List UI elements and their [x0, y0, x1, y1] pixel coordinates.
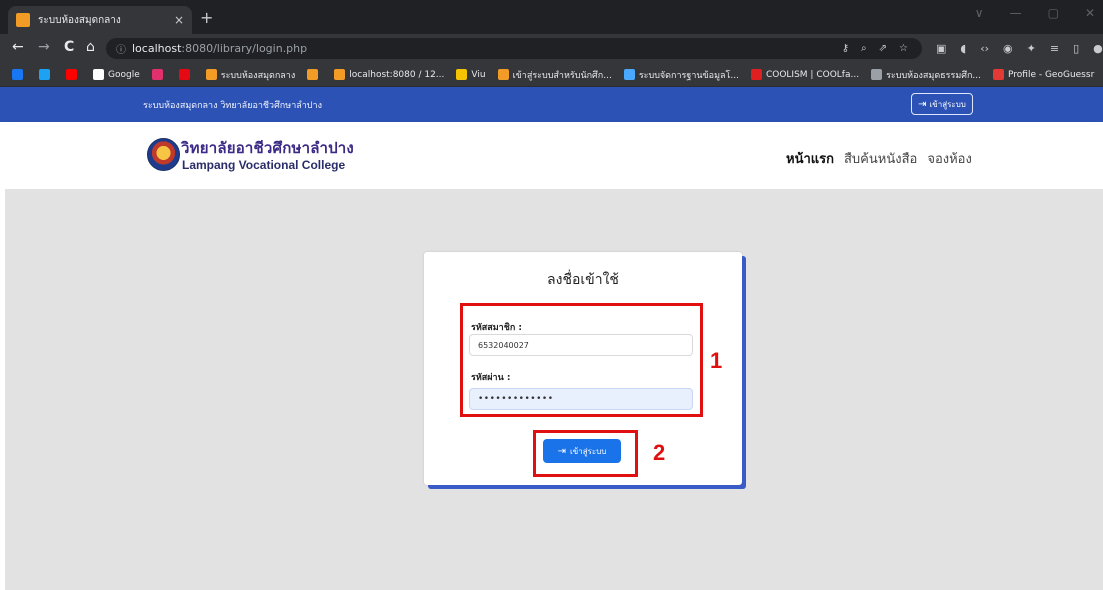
bookmark-favicon-icon [497, 69, 509, 80]
nav-links: หน้าแรก สืบค้นหนังสือ จองห้อง [786, 148, 972, 169]
translate-icon[interactable]: ▣ [936, 42, 946, 55]
site-favicon-icon [16, 13, 30, 27]
bookmark-label: ระบบห้องสมุดธรรมศึก... [886, 70, 981, 81]
code-icon[interactable]: ‹› [980, 42, 989, 55]
bookmark-favicon-icon [871, 69, 883, 80]
site-name-text: ระบบห้องสมุดกลาง วิทยาลัยอาชีวศึกษาลำปาง [143, 101, 322, 111]
bookmark-favicon-icon [334, 69, 346, 80]
bookmark-label: localhost:8080 / 12... [349, 69, 445, 80]
browser-tab-bar: ระบบห้องสมุดกลาง × + ∨ — ▢ ✕ [0, 0, 1103, 34]
site-info-icon[interactable]: ⓘ [116, 41, 126, 56]
left-edge-divider [0, 189, 5, 590]
url-path: :8080/library/login.php [181, 42, 308, 55]
main-navbar: วิทยาลัยอาชีวศึกษาลำปาง Lampang Vocation… [0, 122, 1103, 189]
browser-tab[interactable]: ระบบห้องสมุดกลาง × [8, 6, 192, 34]
bookmark-favicon-icon [750, 69, 762, 80]
close-tab-icon[interactable]: × [174, 13, 184, 27]
tab-title: ระบบห้องสมุดกลาง [38, 14, 121, 26]
extension-icons: ▣ ◖ ‹› ◉ ✦ ≡ ▯ ● ⋮ [936, 42, 1103, 55]
bookmark-label: เข้าสู่ระบบสำหรับนักศึก... [512, 70, 612, 81]
side-panel-icon[interactable]: ▯ [1073, 42, 1079, 55]
url-host: localhost [132, 42, 182, 55]
bookmark-favicon-icon [93, 69, 104, 80]
tab-search-icon[interactable]: ∨ [975, 6, 984, 20]
bookmark-favicon-icon [39, 69, 50, 80]
site-topbar: ระบบห้องสมุดกลาง วิทยาลัยอาชีวศึกษาลำปาง… [0, 87, 1103, 122]
audio-icon[interactable]: ◖ [960, 42, 966, 55]
bookmark-item[interactable]: localhost:8080 / 12... [334, 69, 444, 80]
bookmark-item[interactable]: Profile - GeoGuessr [993, 69, 1094, 80]
bookmark-favicon-icon [12, 69, 23, 80]
bookmark-item[interactable]: ระบบจัดการฐานข้อมูลโ... [623, 68, 739, 82]
bookmark-item[interactable] [66, 69, 81, 80]
bookmark-favicon-icon [66, 69, 77, 80]
address-bar-actions: ⚷ ⌕ ⇗ ☆ [842, 38, 908, 59]
topbar-login-button[interactable]: ⇥ เข้าสู่ระบบ [911, 93, 973, 115]
reading-list-icon[interactable]: ≡ [1050, 42, 1059, 55]
browser-toolbar: ← → C ⌂ ⓘ localhost :8080/library/login.… [0, 34, 1103, 63]
bookmark-item[interactable]: Google [93, 69, 140, 80]
bookmark-label: Profile - GeoGuessr [1008, 69, 1095, 80]
bookmark-label: COOLISM | COOLfa... [765, 69, 860, 80]
extensions-icon[interactable]: ✦ [1027, 42, 1036, 55]
bookmarks-bar: Google ระบบห้องสมุดกลาง localhost:8080 / 1… [0, 63, 1103, 87]
forward-icon[interactable]: → [38, 39, 50, 55]
bookmark-favicon-icon [205, 69, 217, 80]
new-tab-button[interactable]: + [200, 8, 213, 27]
camera-icon[interactable]: ◉ [1003, 42, 1013, 55]
nav-home-link[interactable]: หน้าแรก [786, 148, 834, 169]
bookmark-label: ระบบจัดการฐานข้อมูลโ... [638, 70, 739, 81]
nav-book-room-link[interactable]: จองห้อง [927, 148, 972, 169]
bookmark-label: Viu [471, 69, 486, 80]
back-icon[interactable]: ← [12, 39, 24, 55]
topbar-login-label: เข้าสู่ระบบ [929, 99, 966, 109]
bookmark-item[interactable]: เข้าสู่ระบบสำหรับนักศึก... [497, 68, 612, 82]
annotation-number-1: 1 [710, 348, 723, 373]
bookmark-favicon-icon [307, 69, 319, 80]
bookmark-favicon-icon [623, 69, 635, 80]
close-window-button[interactable]: ✕ [1085, 6, 1095, 20]
bookmark-favicon-icon [151, 69, 163, 80]
window-controls: ∨ — ▢ ✕ [975, 6, 1095, 20]
logo-english-text[interactable]: Lampang Vocational College [182, 158, 345, 172]
bookmark-item[interactable] [307, 69, 322, 80]
share-icon[interactable]: ⇗ [879, 43, 887, 54]
bookmark-favicon-icon [178, 69, 190, 80]
bookmark-label: Google [108, 69, 140, 80]
annotation-number-2: 2 [653, 440, 666, 465]
bookmark-item[interactable]: Viu [456, 69, 486, 80]
maximize-button[interactable]: ▢ [1048, 6, 1059, 20]
bookmark-item[interactable]: ระบบห้องสมุดธรรมศึก... [871, 68, 981, 82]
bookmark-star-icon[interactable]: ☆ [899, 43, 908, 54]
bookmark-item[interactable] [39, 69, 54, 80]
zoom-icon[interactable]: ⌕ [861, 43, 867, 54]
bookmark-favicon-icon [456, 69, 468, 80]
highlight-box-credentials [460, 303, 703, 417]
bookmark-item[interactable] [178, 69, 194, 80]
bookmark-item[interactable]: COOLISM | COOLfa... [750, 69, 860, 80]
bookmark-label: ระบบห้องสมุดกลาง [220, 70, 296, 81]
highlight-box-submit [533, 430, 638, 477]
bookmark-favicon-icon [993, 69, 1004, 80]
login-icon: ⇥ [918, 98, 927, 110]
bookmark-item[interactable]: ระบบห้องสมุดกลาง [205, 68, 296, 82]
bookmark-item[interactable] [12, 69, 27, 80]
nav-search-books-link[interactable]: สืบค้นหนังสือ [844, 148, 917, 169]
profile-avatar-icon[interactable]: ● [1093, 42, 1103, 55]
login-title: ลงชื่อเข้าใช้ [547, 272, 619, 288]
key-icon[interactable]: ⚷ [842, 43, 849, 54]
reload-icon[interactable]: C [64, 39, 74, 55]
college-emblem-icon[interactable] [147, 138, 180, 171]
logo-thai-text[interactable]: วิทยาลัยอาชีวศึกษาลำปาง [181, 136, 354, 160]
minimize-button[interactable]: — [1010, 6, 1022, 20]
home-icon[interactable]: ⌂ [86, 39, 95, 55]
address-bar[interactable]: ⓘ localhost :8080/library/login.php ⚷ ⌕ … [106, 38, 922, 59]
bookmark-item[interactable] [151, 69, 167, 80]
